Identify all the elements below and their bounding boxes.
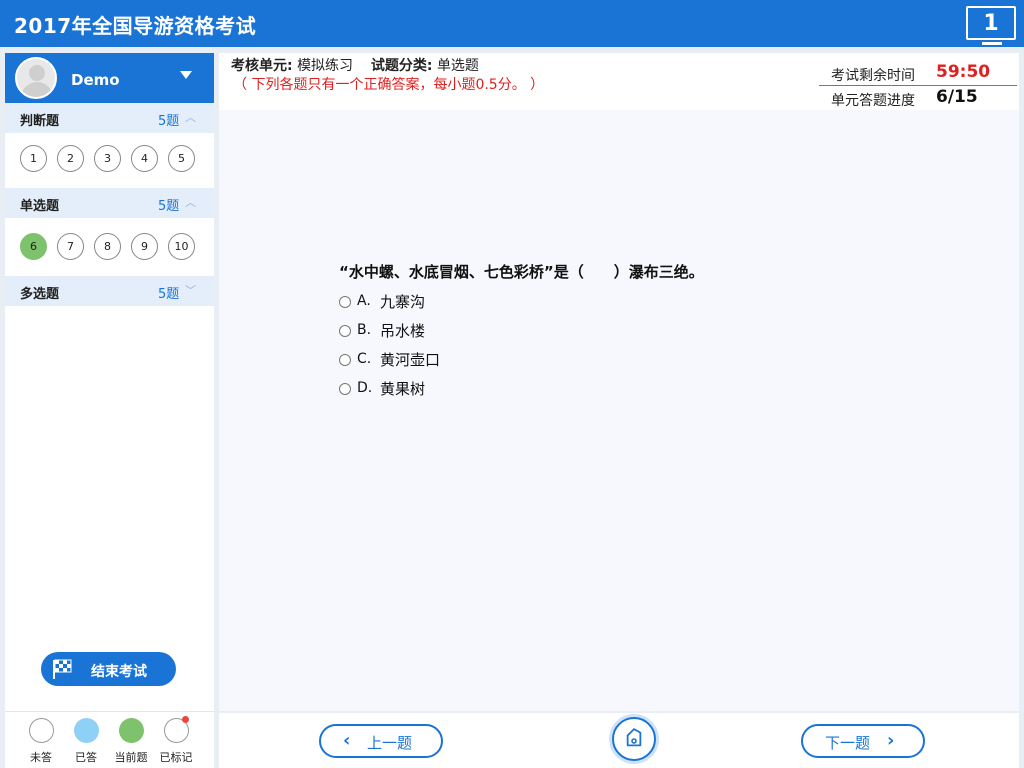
app-title: 2017年全国导游资格考试 bbox=[14, 14, 257, 38]
question-number-list: 1 2 3 4 5 bbox=[20, 145, 210, 175]
legend-marked: 已标记 bbox=[154, 716, 198, 765]
status-legend: 未答 已答 当前题 已标记 bbox=[5, 711, 214, 768]
info-bar: 考核单元: 模拟练习 试题分类: 单选题 （ 下列各题只有一个正确答案，每小题0… bbox=[219, 53, 1019, 110]
answer-options: A. 九寨沟 B. 吊水楼 C. 黄河壶口 D. 黄果树 bbox=[339, 291, 579, 407]
chevron-up-icon[interactable]: ︿ bbox=[185, 194, 196, 210]
mark-question-button[interactable] bbox=[612, 717, 656, 761]
question-number-button[interactable]: 7 bbox=[57, 233, 84, 260]
current-dot-icon bbox=[118, 718, 144, 743]
timer-label: 考试剩余时间 bbox=[831, 68, 915, 84]
radio-button[interactable] bbox=[339, 383, 351, 395]
legend-answered: 已答 bbox=[64, 718, 108, 765]
tag-icon bbox=[626, 728, 642, 747]
section-header-multiple-choice[interactable]: 多选题 5题 ﹀ bbox=[5, 276, 214, 306]
end-exam-button[interactable]: 结束考试 bbox=[41, 652, 176, 686]
option-letter: A. bbox=[357, 293, 371, 309]
instruction-note: （ 下列各题只有一个正确答案，每小题0.5分。 ） bbox=[233, 77, 545, 93]
end-exam-label: 结束考试 bbox=[91, 664, 147, 680]
option-a[interactable]: A. 九寨沟 bbox=[339, 291, 579, 320]
username: Demo bbox=[71, 71, 120, 89]
section-label: 判断题 bbox=[20, 114, 60, 129]
question-number-button[interactable]: 2 bbox=[57, 145, 84, 172]
legend-label: 当前题 bbox=[114, 751, 148, 764]
option-letter: B. bbox=[357, 322, 372, 338]
question-number-button-current[interactable]: 6 bbox=[20, 233, 47, 260]
question-number-button[interactable]: 10 bbox=[168, 233, 195, 260]
checkered-flag-icon bbox=[53, 659, 72, 679]
next-label: 下一题 bbox=[825, 734, 871, 752]
section-header-single-choice[interactable]: 单选题 5题 ︿ bbox=[5, 188, 214, 218]
marked-dot-icon bbox=[163, 716, 189, 743]
progress-value: 6/15 bbox=[936, 87, 978, 107]
question-number-button[interactable]: 3 bbox=[94, 145, 121, 172]
section-header-true-false[interactable]: 判断题 5题 ︿ bbox=[5, 103, 214, 133]
section-count: 5题 bbox=[158, 287, 180, 302]
chevron-right-icon: › bbox=[887, 730, 895, 751]
category-label: 试题分类: bbox=[370, 58, 433, 74]
timer-row: 考试剩余时间 59:50 bbox=[819, 61, 1017, 86]
option-letter: C. bbox=[357, 351, 372, 367]
section-count: 5题 bbox=[158, 199, 180, 214]
option-text: 黄果树 bbox=[380, 380, 426, 398]
legend-unanswered: 未答 bbox=[19, 718, 63, 765]
bottom-nav: ‹ 上一题 下一题 › bbox=[219, 713, 1019, 768]
unit-label: 考核单元: bbox=[231, 58, 293, 74]
legend-label: 已答 bbox=[75, 751, 97, 764]
question-number-button[interactable]: 5 bbox=[168, 145, 195, 172]
question-number-button[interactable]: 4 bbox=[131, 145, 158, 172]
user-bar[interactable]: Demo bbox=[5, 53, 214, 103]
option-text: 吊水楼 bbox=[380, 322, 426, 340]
prev-question-button[interactable]: ‹ 上一题 bbox=[319, 724, 443, 758]
avatar bbox=[15, 57, 57, 99]
legend-label: 未答 bbox=[30, 751, 52, 764]
unit-line: 考核单元: 模拟练习 试题分类: 单选题 bbox=[231, 55, 479, 75]
timer-value: 59:50 bbox=[936, 62, 991, 82]
legend-label: 已标记 bbox=[159, 751, 193, 764]
section-label: 单选题 bbox=[20, 199, 60, 214]
section-label: 多选题 bbox=[20, 287, 60, 302]
unanswered-dot-icon bbox=[28, 718, 54, 743]
radio-button[interactable] bbox=[339, 354, 351, 366]
chevron-left-icon: ‹ bbox=[343, 730, 351, 751]
option-text: 九寨沟 bbox=[380, 293, 426, 311]
sidebar: Demo 判断题 5题 ︿ 1 2 3 4 5 单选题 5题 ︿ 6 7 8 9… bbox=[5, 53, 214, 768]
question-number-button[interactable]: 8 bbox=[94, 233, 121, 260]
radio-button[interactable] bbox=[339, 325, 351, 337]
question-number-list: 6 7 8 9 10 bbox=[20, 233, 210, 263]
next-question-button[interactable]: 下一题 › bbox=[801, 724, 925, 758]
option-b[interactable]: B. 吊水楼 bbox=[339, 320, 579, 349]
prev-label: 上一题 bbox=[367, 734, 413, 752]
question-number-button[interactable]: 9 bbox=[131, 233, 158, 260]
exam-stats: 考试剩余时间 59:50 单元答题进度 6/15 bbox=[819, 61, 1017, 111]
section-count: 5题 bbox=[158, 114, 180, 129]
question-number-button[interactable]: 1 bbox=[20, 145, 47, 172]
unit-value: 模拟练习 bbox=[297, 58, 354, 74]
option-c[interactable]: C. 黄河壶口 bbox=[339, 349, 579, 378]
monitor-icon[interactable]: 1 bbox=[966, 6, 1016, 45]
caret-down-icon[interactable] bbox=[180, 71, 192, 79]
question-panel: 考核单元: 模拟练习 试题分类: 单选题 （ 下列各题只有一个正确答案，每小题0… bbox=[219, 53, 1019, 711]
screen-number: 1 bbox=[983, 10, 999, 36]
question-text: “水中螺、水底冒烟、七色彩桥”是（ ）瀑布三绝。 bbox=[339, 263, 704, 281]
option-text: 黄河壶口 bbox=[380, 351, 441, 369]
option-d[interactable]: D. 黄果树 bbox=[339, 378, 579, 407]
progress-row: 单元答题进度 6/15 bbox=[819, 86, 1017, 111]
option-letter: D. bbox=[357, 380, 373, 396]
chevron-up-icon[interactable]: ︿ bbox=[185, 109, 196, 125]
progress-label: 单元答题进度 bbox=[831, 93, 915, 109]
radio-button[interactable] bbox=[339, 296, 351, 308]
chevron-down-icon[interactable]: ﹀ bbox=[185, 282, 196, 298]
app-header: 2017年全国导游资格考试 1 bbox=[0, 0, 1024, 47]
category-value: 单选题 bbox=[436, 58, 479, 74]
answered-dot-icon bbox=[73, 718, 99, 743]
legend-current: 当前题 bbox=[109, 718, 153, 765]
